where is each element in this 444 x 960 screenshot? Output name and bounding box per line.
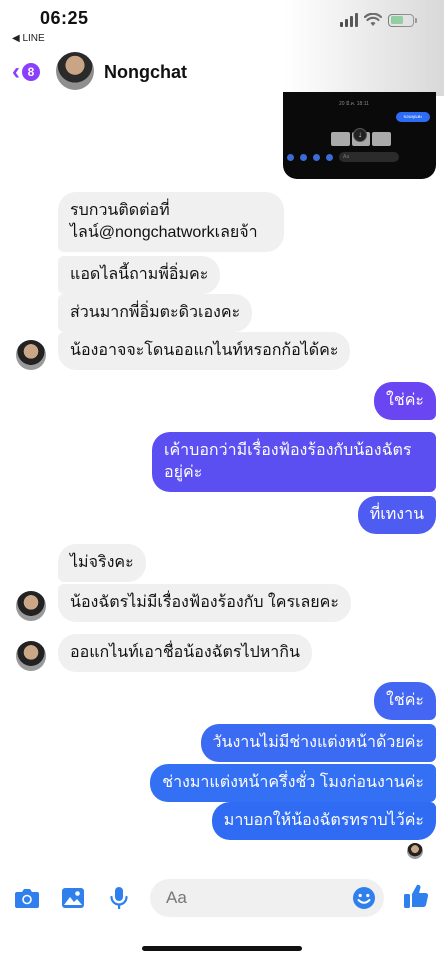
wifi-icon: [364, 13, 382, 26]
incoming-message[interactable]: ส่วนมากพี่อิ่มตะดิวเองคะ: [58, 294, 253, 332]
outgoing-message[interactable]: ช่างมาแต่งหน้าครึ่งชั่ว โมงก่อนงานค่ะ: [150, 764, 436, 802]
outgoing-message[interactable]: เค้าบอกว่ามีเรื่องฟ้องร้องกับน้องฉัตร อย…: [152, 432, 436, 492]
back-to-app-link[interactable]: ◀ LINE: [12, 33, 45, 44]
contact-avatar[interactable]: [56, 52, 94, 90]
unread-badge: 8: [22, 63, 40, 81]
outgoing-message[interactable]: ใช่ค่ะ: [374, 382, 436, 420]
contact-avatar-small[interactable]: [16, 340, 46, 370]
home-indicator[interactable]: [142, 946, 302, 951]
back-button[interactable]: ‹ 8: [12, 60, 40, 84]
outgoing-message[interactable]: ที่เทงาน: [357, 496, 436, 534]
status-time: 06:25: [40, 8, 89, 28]
emoji-icon[interactable]: [352, 886, 376, 910]
incoming-message[interactable]: ออแกไนท์เอาชื่อน้องฉัตรไปหากิน: [58, 634, 312, 672]
image-date-text: 20 มี.ค. 18:11: [339, 101, 369, 107]
message-composer: [0, 872, 444, 924]
chevron-left-icon: ‹: [12, 58, 20, 85]
incoming-message[interactable]: แอดไลนี้ถามพี่อิ่มคะ: [58, 256, 221, 294]
outgoing-message[interactable]: วันงานไม่มีช่างแต่งหน้าด้วยค่ะ: [200, 724, 436, 762]
outgoing-message[interactable]: มาบอกให้น้องฉัตรทราบไว้ค่ะ: [211, 802, 436, 840]
incoming-message[interactable]: ไม่จริงคะ: [58, 544, 146, 582]
photo-icon[interactable]: [60, 886, 86, 910]
message-input[interactable]: [150, 879, 340, 917]
signal-icon: [340, 13, 358, 27]
thumbs-up-icon[interactable]: [403, 884, 429, 908]
contact-avatar-small[interactable]: [16, 591, 46, 621]
image-composer-bar: Aa: [283, 150, 436, 164]
status-icons: [340, 13, 417, 27]
contact-name[interactable]: Nongchat: [104, 62, 187, 83]
scroll-down-icon: ↓: [353, 128, 367, 142]
incoming-message[interactable]: น้องอาจจะโดนออแกไนท์หรอกก้อได้คะ: [58, 332, 351, 370]
incoming-message[interactable]: น้องฉัตรไม่มีเรื่องฟ้องร้องกับ ใครเลยคะ: [58, 584, 351, 622]
image-reply-bubble: ขอบคุณค่ะ: [396, 112, 430, 122]
microphone-icon[interactable]: [106, 886, 132, 910]
seen-indicator-avatar: [407, 843, 423, 859]
camera-icon[interactable]: [14, 886, 40, 910]
contact-avatar-small[interactable]: [16, 641, 46, 671]
outgoing-message[interactable]: ใช่ค่ะ: [374, 682, 436, 720]
chat-header: ‹ 8 Nongchat: [0, 50, 444, 96]
status-bar: 06:25 ◀ LINE: [0, 0, 444, 52]
message-input-box[interactable]: [150, 879, 384, 917]
incoming-message[interactable]: รบกวนติดต่อที่ ไลน์@nongchatworkเลยจ้า: [58, 192, 284, 252]
shared-screenshot-image[interactable]: 20 มี.ค. 18:11 ขอบคุณค่ะ ↓ Aa: [283, 92, 436, 179]
battery-icon: [388, 13, 417, 27]
